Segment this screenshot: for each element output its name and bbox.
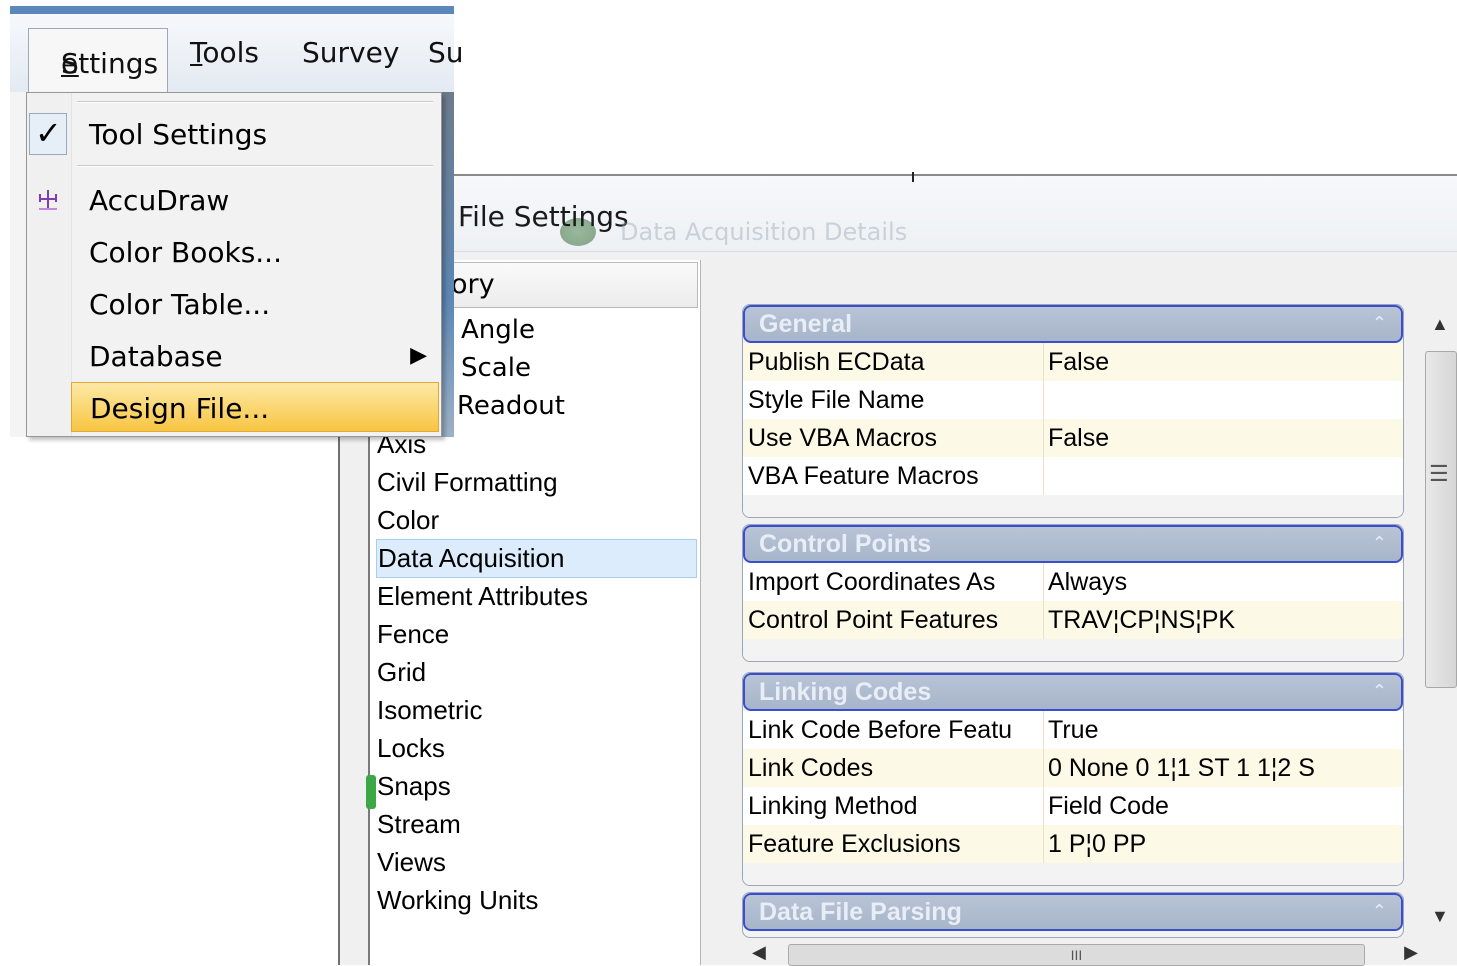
- scroll-thumb[interactable]: [1425, 351, 1457, 688]
- scroll-right-icon[interactable]: ▶: [1404, 942, 1418, 963]
- group-header-control-points[interactable]: Control Points ⌃: [743, 525, 1403, 563]
- menu-item-label: Database: [89, 340, 223, 373]
- collapse-icon[interactable]: ⌃: [1372, 901, 1387, 922]
- menu-tools[interactable]: Tools: [190, 36, 259, 69]
- property-row[interactable]: Link Codes 0 None 0 1¦1 ST 1 1¦2 S: [743, 749, 1403, 787]
- group-header-data-file-parsing[interactable]: Data File Parsing ⌃: [743, 893, 1403, 931]
- property-row[interactable]: Linking Method Field Code: [743, 787, 1403, 825]
- property-value[interactable]: Field Code: [1048, 787, 1169, 825]
- window-edge: [10, 92, 26, 437]
- menu-item-label: Tool Settings: [89, 118, 268, 151]
- property-row[interactable]: Style File Name: [743, 381, 1403, 419]
- group-title: Control Points: [759, 530, 932, 558]
- category-item-element-attributes[interactable]: Element Attributes: [376, 578, 695, 615]
- menu-item-tool-settings[interactable]: Tool Settings: [71, 109, 439, 159]
- group-control-points: Control Points ⌃ Import Coordinates As Al…: [742, 524, 1404, 662]
- property-name: Style File Name: [748, 386, 925, 414]
- vertical-scrollbar[interactable]: ▲ ☰ ▼: [1421, 306, 1457, 926]
- menu-item-design-file[interactable]: Design File...: [71, 382, 439, 432]
- property-name: Import Coordinates As: [748, 568, 996, 596]
- property-row[interactable]: VBA Feature Macros: [743, 457, 1403, 495]
- category-item-stream[interactable]: Stream: [376, 806, 695, 843]
- menu-bar: Settings Tools Survey Su: [10, 6, 464, 98]
- category-item-grid[interactable]: Grid: [376, 654, 695, 691]
- check-icon: ✓: [35, 115, 62, 151]
- property-value[interactable]: True: [1048, 711, 1098, 749]
- category-item-snaps[interactable]: Snaps: [376, 768, 695, 805]
- menu-item-label: Design File...: [90, 392, 270, 425]
- menu-item-label: Color Table...: [89, 288, 271, 321]
- scroll-up-icon[interactable]: ▲: [1431, 314, 1449, 335]
- property-name: Link Code Before Featu: [748, 716, 1013, 744]
- menu-survey[interactable]: Survey: [302, 36, 399, 69]
- category-item-civil-formatting[interactable]: Civil Formatting: [376, 464, 695, 501]
- property-value[interactable]: 1 P¦0 PP: [1048, 825, 1146, 863]
- menu-settings-label: ettings: [61, 47, 159, 80]
- menu-item-color-table[interactable]: Color Table...: [71, 279, 439, 329]
- category-item-views[interactable]: Views: [376, 844, 695, 881]
- accudraw-icon: [35, 188, 59, 212]
- group-title: Linking Codes: [759, 678, 932, 706]
- category-item-isometric[interactable]: Isometric: [376, 692, 695, 729]
- dialog-ghost-title: Data Acquisition Details: [620, 218, 908, 246]
- property-value[interactable]: TRAV¦CP¦NS¦PK: [1048, 601, 1235, 639]
- group-header-general[interactable]: General ⌃: [743, 305, 1403, 343]
- property-row[interactable]: Publish ECData False: [743, 343, 1403, 381]
- group-linking-codes: Linking Codes ⌃ Link Code Before Featu Tr…: [742, 672, 1404, 886]
- group-data-file-parsing: Data File Parsing ⌃: [742, 892, 1404, 938]
- property-grid: General ⌃ Publish ECData False Style File…: [720, 260, 1457, 965]
- property-name: Control Point Features: [748, 606, 999, 634]
- property-name: Use VBA Macros: [748, 424, 937, 452]
- menu-item-accudraw[interactable]: AccuDraw: [71, 175, 439, 225]
- property-name: Publish ECData: [748, 348, 925, 376]
- scroll-left-icon[interactable]: ◀: [752, 942, 766, 963]
- property-value[interactable]: False: [1048, 343, 1109, 381]
- group-title: Data File Parsing: [759, 898, 962, 926]
- menu-item-database[interactable]: Database ▶: [71, 331, 439, 381]
- category-item-working-units[interactable]: Working Units: [376, 882, 695, 919]
- category-item-locks[interactable]: Locks: [376, 730, 695, 767]
- property-name: VBA Feature Macros: [748, 462, 979, 490]
- menu-separator: [77, 165, 433, 167]
- menu-separator: [77, 101, 433, 103]
- property-name: Linking Method: [748, 792, 918, 820]
- property-value[interactable]: Always: [1048, 563, 1127, 601]
- category-item-fence[interactable]: Fence: [376, 616, 695, 653]
- collapse-icon[interactable]: ⌃: [1372, 681, 1387, 702]
- property-name: Feature Exclusions: [748, 830, 961, 858]
- property-name: Link Codes: [748, 754, 874, 782]
- category-item-data-acquisition[interactable]: Data Acquisition: [376, 539, 697, 578]
- property-row[interactable]: Feature Exclusions 1 P¦0 PP: [743, 825, 1403, 863]
- category-column-header[interactable]: ory: [450, 262, 698, 308]
- scroll-grip-icon: ☰: [1429, 461, 1449, 486]
- property-row[interactable]: Use VBA Macros False: [743, 419, 1403, 457]
- group-header-linking-codes[interactable]: Linking Codes ⌃: [743, 673, 1403, 711]
- dialog-title: File Settings: [458, 200, 629, 233]
- group-title: General: [759, 310, 853, 338]
- settings-dropdown-menu: ✓ Tool Settings AccuDraw Color Books... …: [26, 92, 442, 437]
- dialog-titlebar: File Settings Data Acquisition Details: [340, 172, 1457, 252]
- category-item-color[interactable]: Color: [376, 502, 695, 539]
- menu-item-label: Color Books...: [89, 236, 282, 269]
- property-value[interactable]: 0 None 0 1¦1 ST 1 1¦2 S: [1048, 749, 1315, 787]
- property-value[interactable]: False: [1048, 419, 1109, 457]
- green-marker: [366, 775, 376, 809]
- menu-su[interactable]: Su: [428, 36, 464, 69]
- property-row[interactable]: Control Point Features TRAV¦CP¦NS¦PK: [743, 601, 1403, 639]
- group-general: General ⌃ Publish ECData False Style File…: [742, 304, 1404, 518]
- menu-settings[interactable]: Settings: [28, 28, 168, 98]
- collapse-icon[interactable]: ⌃: [1372, 313, 1387, 334]
- menu-item-color-books[interactable]: Color Books...: [71, 227, 439, 277]
- property-row[interactable]: Import Coordinates As Always: [743, 563, 1403, 601]
- titlebar-mark: [912, 172, 914, 182]
- collapse-icon[interactable]: ⌃: [1372, 533, 1387, 554]
- file-settings-dialog: File Settings Data Acquisition Details o…: [338, 172, 1457, 966]
- property-row[interactable]: Link Code Before Featu True: [743, 711, 1403, 749]
- background-window-edge: [440, 92, 454, 437]
- menu-item-label: AccuDraw: [89, 184, 230, 217]
- scroll-down-icon[interactable]: ▼: [1431, 906, 1449, 927]
- submenu-arrow-icon: ▶: [410, 343, 427, 368]
